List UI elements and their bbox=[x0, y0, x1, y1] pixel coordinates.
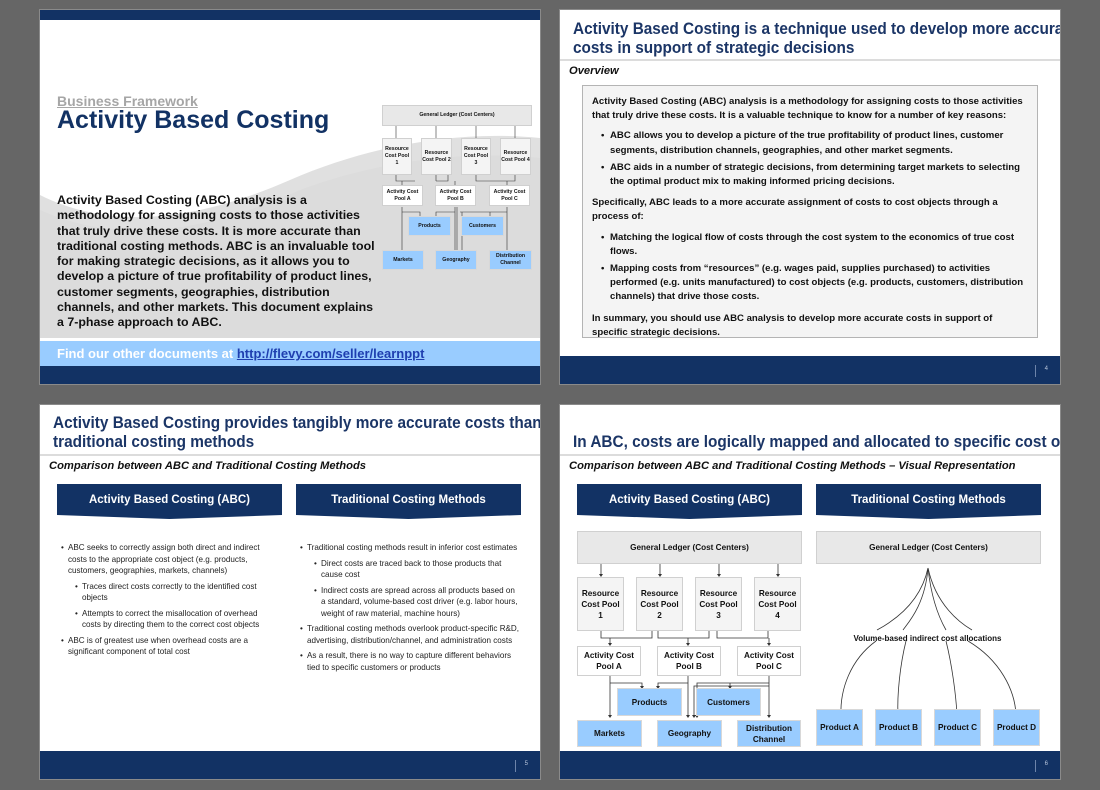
mini-customers: Customers bbox=[461, 216, 504, 236]
abc-subpoint: Attempts to correct the misallocation of… bbox=[59, 608, 271, 631]
traditional-subpoint: Direct costs are traced back to those pr… bbox=[298, 558, 520, 581]
mini-activity-pool-c: Activity Cost Pool C bbox=[489, 185, 530, 206]
activity-pool-b: Activity Cost Pool B bbox=[657, 646, 721, 676]
section-subtitle: Comparison between ABC and Traditional C… bbox=[49, 460, 366, 472]
allocation-label: Volume-based indirect cost allocations bbox=[853, 634, 1002, 643]
title-divider bbox=[40, 454, 540, 456]
slide-title-line-1: Activity Based Costing provides tangibly… bbox=[53, 414, 540, 432]
product-b-node: Product B bbox=[875, 709, 922, 746]
promo-label: Find our other documents at bbox=[57, 346, 237, 361]
title-divider bbox=[560, 59, 1060, 61]
mini-geography: Geography bbox=[435, 250, 477, 270]
footer-bar bbox=[40, 366, 540, 384]
reasons-list: ABC allows you to develop a picture of t… bbox=[592, 129, 1027, 189]
abc-general-ledger: General Ledger (Cost Centers) bbox=[577, 531, 802, 564]
mini-activity-pool-a: Activity Cost Pool A bbox=[382, 185, 423, 206]
resource-pool-4: Resource Cost Pool 4 bbox=[754, 577, 801, 631]
process-item: Matching the logical flow of costs throu… bbox=[592, 231, 1027, 259]
promo-text: Find our other documents at http://flevy… bbox=[57, 346, 424, 361]
page-separator bbox=[515, 760, 516, 772]
abc-header-label: Activity Based Costing (ABC) bbox=[88, 494, 251, 506]
resource-pool-2: Resource Cost Pool 2 bbox=[636, 577, 683, 631]
mini-markets: Markets bbox=[382, 250, 424, 270]
products-node: Products bbox=[617, 688, 682, 716]
traditional-general-ledger: General Ledger (Cost Centers) bbox=[816, 531, 1041, 564]
traditional-point: As a result, there is no way to capture … bbox=[298, 650, 520, 673]
footer-bar: 5 bbox=[40, 751, 540, 779]
slide-title-line-2: costs in support of strategic decisions bbox=[573, 39, 855, 57]
mini-activity-pool-b: Activity Cost Pool B bbox=[435, 185, 476, 206]
geography-node: Geography bbox=[657, 720, 722, 747]
slide-visual-comparison[interactable]: In ABC, costs are logically mapped and a… bbox=[560, 405, 1060, 779]
abc-column-header: Activity Based Costing (ABC) bbox=[57, 484, 282, 520]
slide-overview[interactable]: Activity Based Costing is a technique us… bbox=[560, 10, 1060, 384]
customers-node: Customers bbox=[696, 688, 761, 716]
traditional-point: Traditional costing methods result in in… bbox=[298, 542, 520, 554]
traditional-points: Traditional costing methods result in in… bbox=[298, 542, 520, 677]
overview-box: Activity Based Costing (ABC) analysis is… bbox=[582, 85, 1038, 338]
resource-pool-1: Resource Cost Pool 1 bbox=[577, 577, 624, 631]
specifically-text: Specifically, ABC leads to a more accura… bbox=[592, 197, 998, 223]
mini-resource-pool-3: Resource Cost Pool 3 bbox=[461, 138, 491, 175]
promo-bar: Find our other documents at http://flevy… bbox=[40, 338, 540, 366]
cover-title: Activity Based Costing bbox=[57, 106, 330, 134]
page-number: 4 bbox=[1044, 366, 1048, 372]
abc-flow-diagram: General Ledger (Cost Centers) Resource C… bbox=[560, 405, 1060, 779]
page-number: 5 bbox=[524, 761, 528, 767]
summary-text: In summary, you should use ABC analysis … bbox=[592, 312, 993, 338]
mini-diagram-connectors bbox=[395, 126, 516, 255]
mini-general-ledger: General Ledger (Cost Centers) bbox=[382, 105, 532, 126]
footer-bar: 4 bbox=[560, 356, 1060, 384]
markets-node: Markets bbox=[577, 720, 642, 747]
distribution-channel-node: Distribution Channel bbox=[737, 720, 801, 747]
page-number: 6 bbox=[1044, 761, 1048, 767]
traditional-header-label: Traditional Costing Methods bbox=[331, 494, 486, 506]
section-subtitle: Overview bbox=[569, 65, 619, 77]
reason-item: ABC aids in a number of strategic decisi… bbox=[592, 161, 1027, 189]
traditional-column-header: Traditional Costing Methods bbox=[296, 484, 521, 520]
mini-products: Products bbox=[408, 216, 451, 236]
mini-resource-pool-4: Resource Cost Pool 4 bbox=[500, 138, 531, 175]
process-list: Matching the logical flow of costs throu… bbox=[592, 231, 1027, 305]
activity-pool-c: Activity Cost Pool C bbox=[737, 646, 801, 676]
slide-cover[interactable]: Business Framework Activity Based Costin… bbox=[40, 10, 540, 384]
process-item: Mapping costs from “resources” (e.g. wag… bbox=[592, 262, 1027, 305]
mini-resource-pool-2: Resource Cost Pool 2 bbox=[421, 138, 452, 175]
slide-title-line-1: Activity Based Costing is a technique us… bbox=[573, 20, 1060, 38]
mini-abc-diagram: General Ledger (Cost Centers) Resource C… bbox=[380, 103, 535, 270]
resource-pool-3: Resource Cost Pool 3 bbox=[695, 577, 742, 631]
promo-link[interactable]: http://flevy.com/seller/learnppt bbox=[237, 346, 425, 361]
slide-title-line-2: traditional costing methods bbox=[53, 433, 255, 451]
traditional-subpoint: Indirect costs are spread across all pro… bbox=[298, 585, 520, 620]
product-a-node: Product A bbox=[816, 709, 863, 746]
mini-resource-pool-1: Resource Cost Pool 1 bbox=[382, 138, 412, 175]
traditional-point: Traditional costing methods overlook pro… bbox=[298, 623, 520, 646]
activity-pool-a: Activity Cost Pool A bbox=[577, 646, 641, 676]
mini-distribution-channel: Distribution Channel bbox=[489, 250, 532, 270]
cover-body: Activity Based Costing (ABC) analysis is… bbox=[57, 193, 375, 330]
abc-subpoint: Traces direct costs correctly to the ide… bbox=[59, 581, 271, 604]
footer-bar: 6 bbox=[560, 751, 1060, 779]
product-d-node: Product D bbox=[993, 709, 1040, 746]
reason-item: ABC allows you to develop a picture of t… bbox=[592, 129, 1027, 157]
intro-text: Activity Based Costing (ABC) analysis is… bbox=[592, 96, 1023, 122]
abc-point: ABC is of greatest use when overhead cos… bbox=[59, 635, 271, 658]
product-c-node: Product C bbox=[934, 709, 981, 746]
abc-points: ABC seeks to correctly assign both direc… bbox=[59, 542, 271, 662]
abc-point: ABC seeks to correctly assign both direc… bbox=[59, 542, 271, 577]
page-separator bbox=[1035, 365, 1036, 377]
slide-comparison[interactable]: Activity Based Costing provides tangibly… bbox=[40, 405, 540, 779]
page-separator bbox=[1035, 760, 1036, 772]
